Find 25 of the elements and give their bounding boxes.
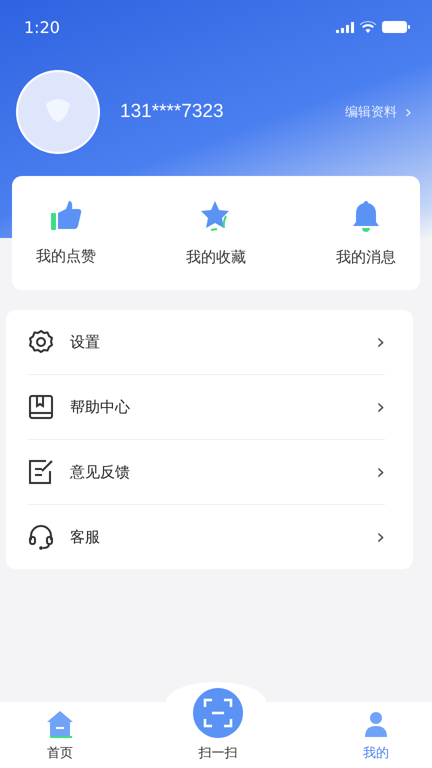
avatar[interactable] [16, 70, 100, 154]
book-icon [28, 394, 54, 420]
star-icon [200, 200, 232, 232]
user-phone: 131****7323 [120, 101, 225, 123]
tab-item[interactable]: 首页 [30, 702, 90, 768]
menu-item[interactable]: 帮助中心 › [28, 375, 385, 440]
shortcut-item[interactable]: 我的点赞 [36, 176, 96, 290]
thumbs-up-icon [50, 200, 82, 230]
status-time: 1:20 [24, 18, 60, 36]
person-icon [362, 710, 390, 738]
wifi-icon [360, 21, 376, 33]
edit-note-icon [28, 459, 54, 485]
bell-icon [351, 200, 381, 232]
headset-icon [28, 524, 54, 550]
battery-icon [382, 21, 410, 33]
signal-icon [336, 22, 354, 32]
gear-icon [28, 329, 54, 355]
tab-item[interactable]: 扫一扫 [188, 684, 248, 768]
menu-item[interactable]: 意见反馈 › [28, 440, 385, 505]
home-icon [45, 710, 75, 738]
tab-item[interactable]: 我的 [346, 702, 406, 768]
menu-item[interactable]: 设置 › [28, 310, 385, 375]
menu-item[interactable]: 客服 › [28, 505, 385, 569]
shortcut-item[interactable]: 我的消息 [336, 176, 396, 290]
shortcut-item[interactable]: 我的收藏 [186, 176, 246, 290]
